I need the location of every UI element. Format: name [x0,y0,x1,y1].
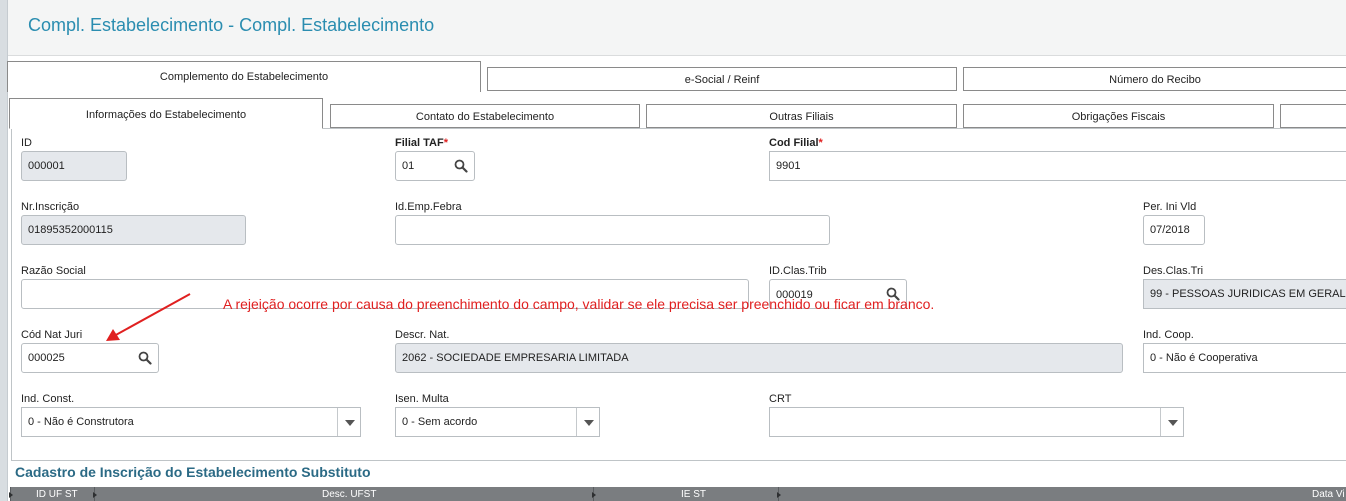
tab-obrigacoes-fiscais[interactable]: Obrigações Fiscais [963,104,1274,128]
search-icon[interactable] [454,159,468,173]
filial-taf-label-text: Filial TAF [395,137,444,149]
nr-inscricao-label: Nr.Inscrição [21,201,80,213]
ind-const-select[interactable]: 0 - Não é Construtora [21,407,361,437]
section-title: Cadastro de Inscrição do Estabelecimento… [15,464,371,480]
crt-label: CRT [769,393,792,405]
nr-inscricao-field: 01895352000115 [21,215,246,245]
tab-label: e-Social / Reinf [684,74,760,86]
tab-more[interactable] [1280,104,1346,128]
required-mark: * [443,137,448,149]
window-header: Compl. Estabelecimento - Compl. Estabele… [8,0,1346,56]
per-ini-vld-input[interactable]: 07/2018 [1143,215,1205,245]
id-emp-febra-label: Id.Emp.Febra [395,201,462,213]
crt-select[interactable] [769,407,1184,437]
chevron-down-icon[interactable] [345,420,355,426]
cod-nat-juri-input[interactable]: 000025 [21,343,159,373]
des-clas-tri-value: 99 - PESSOAS JURIDICAS EM GERAL [1150,288,1346,300]
column-separator[interactable] [9,487,13,501]
tab-label: Complemento do Estabelecimento [159,71,329,83]
cod-filial-input[interactable]: 9901 [769,151,1346,181]
tab-label: Obrigações Fiscais [1071,111,1166,123]
ind-const-value: 0 - Não é Construtora [28,416,134,428]
tab-label: Informações do Estabelecimento [85,109,247,121]
id-clas-trib-label: ID.Clas.Trib [769,265,827,277]
cod-filial-value: 9901 [776,160,801,172]
descr-nat-label: Descr. Nat. [395,329,450,341]
annotation-arrow-icon [106,293,191,341]
id-label: ID [21,137,32,149]
tab-label: Contato do Estabelecimento [415,111,555,123]
column-header-ie-st[interactable]: IE ST [681,489,706,500]
filial-taf-input[interactable]: 01 [395,151,475,181]
tab-informacoes-estabelecimento[interactable]: Informações do Estabelecimento [9,98,323,129]
chevron-down-icon[interactable] [584,420,594,426]
isen-multa-label: Isen. Multa [395,393,449,405]
per-ini-vld-label: Per. Ini Vld [1143,201,1197,213]
ind-coop-select[interactable]: 0 - Não é Cooperativa [1143,343,1346,373]
filial-taf-value: 01 [402,160,415,172]
cod-nat-juri-label: Cód Nat Juri [21,329,83,341]
grid-header: ID UF ST Desc. UFST IE ST Data Vi [9,487,1346,501]
select-divider [337,408,338,436]
column-header-data-vi[interactable]: Data Vi [1312,489,1345,500]
search-icon[interactable] [138,351,152,365]
tab-contato-estabelecimento[interactable]: Contato do Estabelecimento [330,104,640,128]
id-value: 000001 [28,160,65,172]
ind-coop-value: 0 - Não é Cooperativa [1150,352,1258,364]
cod-nat-juri-value: 000025 [28,352,65,364]
descr-nat-field: 2062 - SOCIEDADE EMPRESARIA LIMITADA [395,343,1123,373]
tab-numero-recibo[interactable]: Número do Recibo [963,67,1346,91]
descr-nat-value: 2062 - SOCIEDADE EMPRESARIA LIMITADA [402,352,629,364]
des-clas-tri-field: 99 - PESSOAS JURIDICAS EM GERAL [1143,279,1346,309]
cod-filial-label: Cod Filial* [769,137,823,149]
nr-inscricao-value: 01895352000115 [28,224,113,236]
per-ini-vld-value: 07/2018 [1150,224,1190,236]
des-clas-tri-label: Des.Clas.Tri [1143,265,1204,277]
tab-label: Outras Filiais [769,111,834,123]
column-header-id-uf-st[interactable]: ID UF ST [36,489,78,500]
column-separator[interactable] [777,487,781,501]
tab-outras-filiais[interactable]: Outras Filiais [646,104,957,128]
filial-taf-label: Filial TAF* [395,137,448,149]
column-separator[interactable] [592,487,596,501]
cod-filial-label-text: Cod Filial [769,137,819,149]
column-separator[interactable] [93,487,97,501]
ind-const-label: Ind. Const. [21,393,75,405]
razao-social-label: Razão Social [21,265,86,277]
tab-label: Número do Recibo [1109,74,1201,86]
window-title: Compl. Estabelecimento - Compl. Estabele… [28,15,435,35]
annotation-note: A rejeição ocorre por causa do preenchim… [223,296,935,312]
select-divider [1160,408,1161,436]
required-mark: * [818,137,823,149]
select-divider [576,408,577,436]
tab-esocial-reinf[interactable]: e-Social / Reinf [487,67,957,91]
isen-multa-value: 0 - Sem acordo [402,416,478,428]
column-header-desc-ufst[interactable]: Desc. UFST [322,489,376,500]
isen-multa-select[interactable]: 0 - Sem acordo [395,407,600,437]
chevron-down-icon[interactable] [1168,420,1178,426]
id-field: 000001 [21,151,127,181]
ind-coop-label: Ind. Coop. [1143,329,1194,341]
id-emp-febra-input[interactable] [395,215,830,245]
tab-complemento-estabelecimento[interactable]: Complemento do Estabelecimento [7,61,481,92]
